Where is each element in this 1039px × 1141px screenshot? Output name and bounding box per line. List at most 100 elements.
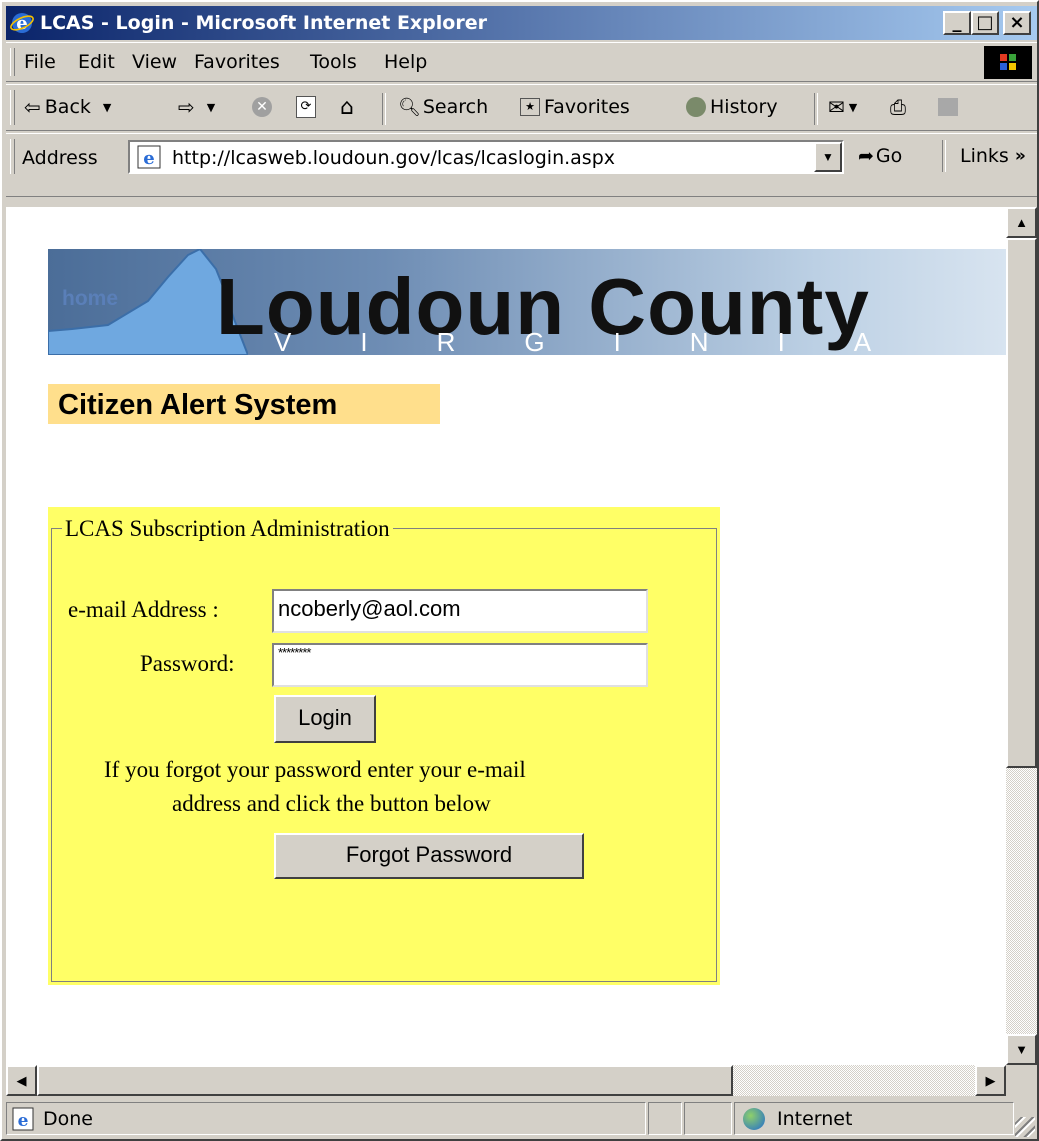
refresh-icon: ⟳ xyxy=(296,96,316,118)
home-icon: ⌂ xyxy=(340,94,354,120)
forward-arrow-icon: ⇨ xyxy=(178,95,195,119)
menu-file[interactable]: File xyxy=(24,51,56,73)
maximize-button[interactable]: □ xyxy=(971,11,999,35)
page-heading-box: Citizen Alert System xyxy=(48,384,440,424)
print-button[interactable]: ⎙ xyxy=(890,91,906,123)
scrollbar-corner xyxy=(1006,1065,1037,1096)
back-button[interactable]: ⇦ Back ▼ xyxy=(24,91,111,123)
links-label: Links xyxy=(960,145,1009,167)
vertical-scrollbar[interactable]: ▲ ▼ xyxy=(1006,207,1037,1065)
zone-label: Internet xyxy=(777,1108,853,1130)
forward-dropdown-icon[interactable]: ▼ xyxy=(207,101,215,114)
standard-toolbar: ⇦ Back ▼ ⇨ ▼ ✕ ⟳ ⌂ 🔍︎ Search ★ Favorites… xyxy=(6,84,1037,131)
status-bar: e Done Internet xyxy=(6,1098,1037,1139)
state-name: VIRGINIA xyxy=(274,327,941,357)
home-button[interactable]: ⌂ xyxy=(340,91,354,123)
search-icon: 🔍︎ xyxy=(398,96,421,118)
favorites-button[interactable]: ★ Favorites xyxy=(520,91,630,123)
scroll-right-icon[interactable]: ▶ xyxy=(975,1065,1006,1096)
page-icon: e xyxy=(137,145,161,169)
stop-button[interactable]: ✕ xyxy=(252,91,272,123)
email-label: e-mail Address : xyxy=(68,597,219,622)
address-dropdown-button[interactable]: ▼ xyxy=(814,142,842,172)
history-icon xyxy=(686,97,706,117)
forgot-password-instructions: If you forgot your password enter your e… xyxy=(104,757,526,782)
edit-icon xyxy=(938,98,958,116)
back-dropdown-icon[interactable]: ▼ xyxy=(103,101,111,114)
scroll-down-icon[interactable]: ▼ xyxy=(1006,1034,1037,1065)
back-arrow-icon: ⇦ xyxy=(24,95,41,119)
zone-panel: Internet xyxy=(734,1102,1014,1135)
address-separator xyxy=(942,140,946,172)
password-field[interactable]: ******** xyxy=(272,643,648,687)
address-url: http://lcasweb.loudoun.gov/lcas/lcaslogi… xyxy=(172,147,615,169)
menu-help[interactable]: Help xyxy=(384,51,427,73)
windows-logo-icon xyxy=(984,46,1032,79)
page-title: Citizen Alert System xyxy=(58,389,338,421)
email-field[interactable]: ncoberly@aol.com xyxy=(272,589,648,633)
svg-text:e: e xyxy=(18,1111,29,1131)
title-bar[interactable]: e LCAS - Login - Microsoft Internet Expl… xyxy=(6,6,1037,40)
stop-icon: ✕ xyxy=(252,97,272,117)
menu-favorites[interactable]: Favorites xyxy=(194,51,280,73)
window-title: LCAS - Login - Microsoft Internet Explor… xyxy=(40,12,487,34)
history-label: History xyxy=(710,96,778,118)
favorites-label: Favorites xyxy=(544,96,630,118)
address-grip[interactable] xyxy=(10,139,15,174)
toolbar-separator xyxy=(382,93,386,125)
horizontal-scroll-thumb[interactable] xyxy=(37,1065,733,1096)
vertical-scroll-thumb[interactable] xyxy=(1006,238,1037,768)
home-link[interactable]: home xyxy=(62,287,118,311)
svg-text:e: e xyxy=(143,148,154,169)
login-fieldset: LCAS Subscription Administration e-mail … xyxy=(51,516,717,982)
horizontal-scrollbar[interactable]: ◀ ▶ xyxy=(6,1065,1006,1096)
mail-button[interactable]: ✉ ▼ xyxy=(828,91,857,123)
toolbar-grip[interactable] xyxy=(10,90,15,125)
go-button[interactable]: ➦ Go xyxy=(858,140,902,172)
menu-bar: File Edit View Favorites Tools Help xyxy=(6,42,1037,82)
address-label: Address xyxy=(22,147,98,169)
login-button[interactable]: Login xyxy=(274,695,376,743)
forward-button[interactable]: ⇨ ▼ xyxy=(178,91,215,123)
edit-button[interactable] xyxy=(938,91,958,123)
toolbar-separator xyxy=(814,93,818,125)
favorites-icon: ★ xyxy=(520,98,540,116)
links-button[interactable]: Links » xyxy=(960,140,1026,172)
forgot-password-instructions-2: address and click the button below xyxy=(172,791,491,816)
mail-icon: ✉ xyxy=(828,95,845,119)
page-done-icon: e xyxy=(12,1107,34,1131)
menu-view[interactable]: View xyxy=(132,51,177,73)
fieldset-legend: LCAS Subscription Administration xyxy=(62,516,393,542)
back-label: Back xyxy=(44,96,91,118)
scroll-up-icon[interactable]: ▲ xyxy=(1006,207,1037,238)
search-label: Search xyxy=(422,96,489,118)
county-banner: home Loudoun County VIRGINIA xyxy=(48,249,1006,355)
address-field[interactable]: e http://lcasweb.loudoun.gov/lcas/lcaslo… xyxy=(128,140,844,174)
minimize-button[interactable]: _ xyxy=(943,11,971,35)
search-button[interactable]: 🔍︎ Search xyxy=(398,91,488,123)
go-arrow-icon: ➦ xyxy=(858,145,874,167)
mail-dropdown-icon[interactable]: ▼ xyxy=(849,101,857,114)
menu-tools[interactable]: Tools xyxy=(310,51,357,73)
internet-explorer-icon: e xyxy=(10,13,34,34)
status-text: Done xyxy=(43,1108,93,1130)
refresh-button[interactable]: ⟳ xyxy=(296,91,316,123)
go-label: Go xyxy=(875,145,903,167)
page-content: home Loudoun County VIRGINIA Citizen Ale… xyxy=(6,207,1006,1065)
menu-edit[interactable]: Edit xyxy=(78,51,115,73)
password-label: Password: xyxy=(140,651,235,676)
print-icon: ⎙ xyxy=(890,95,906,119)
globe-icon xyxy=(743,1108,765,1130)
resize-grip-icon[interactable] xyxy=(1015,1117,1035,1137)
menu-grip[interactable] xyxy=(10,48,15,76)
chevron-right-icon: » xyxy=(1014,146,1026,166)
address-bar: Address e http://lcasweb.loudoun.gov/lca… xyxy=(6,133,1037,197)
status-panel xyxy=(684,1102,732,1135)
history-button[interactable]: History xyxy=(686,91,778,123)
forgot-password-button[interactable]: Forgot Password xyxy=(274,833,584,879)
close-button[interactable]: × xyxy=(1003,11,1031,35)
status-text-panel: e Done xyxy=(6,1102,646,1135)
browser-window: e LCAS - Login - Microsoft Internet Expl… xyxy=(0,0,1039,1141)
login-panel: LCAS Subscription Administration e-mail … xyxy=(48,507,720,985)
scroll-left-icon[interactable]: ◀ xyxy=(6,1065,37,1096)
